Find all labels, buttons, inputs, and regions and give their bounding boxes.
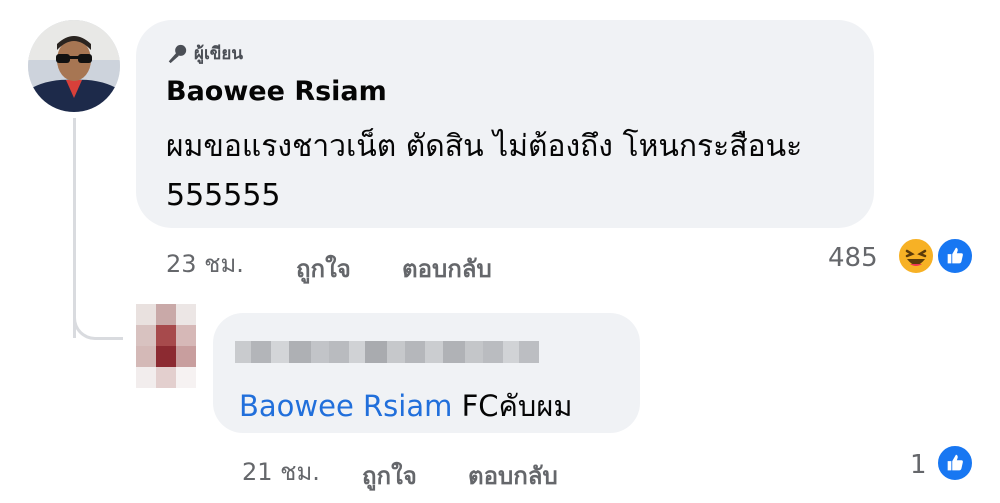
microphone-icon <box>168 44 187 63</box>
thread-line-vertical <box>73 118 76 338</box>
reply-text: Baowee Rsiam FCคับผม <box>239 383 572 429</box>
author-badge-label: ผู้เขียน <box>194 44 243 64</box>
author-badge: ผู้เขียน <box>166 40 243 67</box>
comment-author-name[interactable]: Baowee Rsiam <box>166 76 387 107</box>
reply-bubble: Baowee Rsiam FCคับผม <box>213 313 640 433</box>
author-avatar[interactable] <box>28 20 120 112</box>
comment-bubble: ผู้เขียน Baowee Rsiam ผมขอแรงชาวเน็ต ตัด… <box>136 20 874 228</box>
reaction-count[interactable]: 485 <box>828 243 878 273</box>
reply-message: FCคับผม <box>461 389 573 423</box>
reply-like-icon <box>935 443 975 483</box>
reply-like-button[interactable]: ถูกใจ <box>362 456 417 495</box>
thread-line-curve <box>73 316 123 340</box>
comment-text: ผมขอแรงชาวเน็ต ตัดสิน ไม่ต้องถึง โหนกระส… <box>166 129 803 213</box>
comment-timestamp[interactable]: 23 ชม. <box>166 244 244 283</box>
reply-reaction-count[interactable]: 1 <box>910 450 927 480</box>
like-button[interactable]: ถูกใจ <box>296 249 351 288</box>
reply-reply-button[interactable]: ตอบกลับ <box>468 456 558 495</box>
haha-icon <box>896 236 936 276</box>
person-photo-icon <box>28 20 120 112</box>
like-icon <box>935 236 975 276</box>
reply-author-avatar[interactable] <box>136 304 196 388</box>
reply-button[interactable]: ตอบกลับ <box>402 249 492 288</box>
mention-link[interactable]: Baowee Rsiam <box>239 389 452 423</box>
reply-timestamp[interactable]: 21 ชม. <box>242 452 320 491</box>
reply-author-name-blurred[interactable] <box>235 341 539 363</box>
